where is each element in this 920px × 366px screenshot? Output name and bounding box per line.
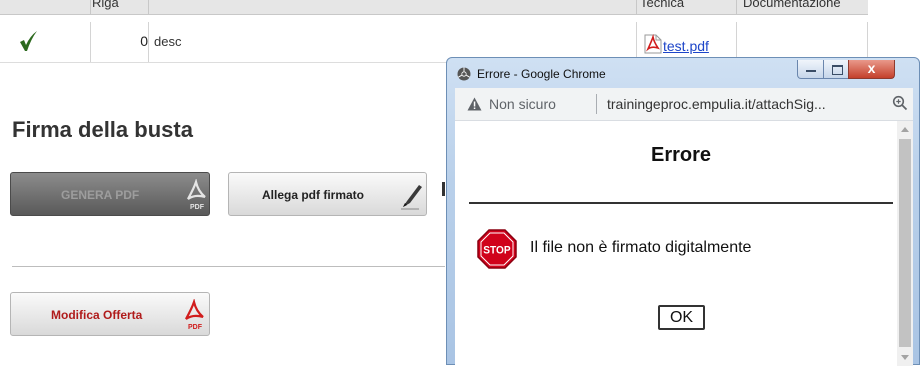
chrome-logo-icon — [457, 67, 471, 81]
scroll-down-arrow-icon[interactable] — [901, 355, 909, 360]
error-message: Il file non è firmato digitalmente — [530, 239, 752, 256]
minimize-icon — [806, 70, 816, 72]
scroll-thumb[interactable] — [899, 139, 911, 347]
scroll-up-arrow-icon[interactable] — [901, 127, 909, 132]
close-icon: x — [867, 60, 876, 76]
table-header: Riga Tecnica Documentazione — [0, 0, 868, 15]
column-divider — [148, 22, 149, 62]
error-popup-window: Errore - Google Chrome x Non sicuro trai… — [446, 57, 920, 366]
dialog-title: Errore — [650, 144, 712, 166]
svg-text:PDF: PDF — [188, 324, 203, 331]
maximize-icon — [832, 65, 843, 75]
column-divider — [736, 22, 737, 62]
address-separator — [596, 94, 597, 114]
minimize-button[interactable] — [797, 60, 824, 79]
column-divider — [736, 0, 737, 14]
column-header-tecnica: Tecnica — [640, 0, 685, 10]
pdf-file-link[interactable]: test.pdf — [644, 30, 709, 54]
column-header-riga: Riga — [92, 0, 119, 10]
zoom-icon[interactable] — [892, 95, 908, 111]
ok-button[interactable]: OK — [658, 305, 705, 330]
security-status: Non sicuro — [489, 96, 556, 112]
pdf-icon: PDF — [187, 179, 206, 211]
vertical-scrollbar[interactable] — [897, 121, 913, 366]
close-button[interactable]: x — [848, 60, 895, 79]
section-title: Firma della busta — [12, 117, 193, 142]
svg-text:PDF: PDF — [190, 204, 205, 211]
stop-sign-icon: STOP — [477, 229, 517, 269]
genera-pdf-button[interactable]: GENERA PDF PDF — [10, 172, 210, 216]
warning-icon — [467, 97, 482, 111]
column-divider — [636, 22, 637, 62]
column-header-documentazione: Documentazione — [743, 0, 841, 10]
modifica-offerta-button[interactable]: Modifica Offerta PDF — [10, 292, 210, 336]
row-description: desc — [154, 34, 182, 49]
pdf-icon: PDF — [185, 299, 204, 331]
column-divider — [867, 22, 868, 62]
dialog-title-rule — [469, 202, 893, 204]
allega-pdf-label: Allega pdf firmato — [262, 188, 365, 202]
pen-icon — [401, 185, 422, 210]
window-title: Errore - Google Chrome — [477, 67, 606, 81]
column-divider — [148, 0, 149, 14]
url-text: trainingeproc.empulia.it/attachSig... — [607, 96, 826, 112]
section-divider — [12, 266, 445, 267]
modifica-offerta-label: Modifica Offerta — [51, 308, 143, 322]
allega-pdf-firmato-button[interactable]: Allega pdf firmato — [228, 172, 427, 216]
stop-sign-label: STOP — [483, 244, 510, 256]
check-icon — [20, 31, 37, 51]
column-divider — [636, 0, 637, 14]
genera-pdf-label: GENERA PDF — [61, 188, 140, 202]
maximize-button[interactable] — [823, 60, 849, 79]
row-number: 0 — [140, 33, 148, 49]
dialog-content: Errore STOP Il file non è firmato digita… — [455, 121, 913, 366]
address-bar[interactable]: Non sicuro trainingeproc.empulia.it/atta… — [455, 88, 913, 121]
hidden-button-edge — [442, 182, 445, 196]
pdf-file-name: test.pdf — [663, 38, 709, 54]
window-title-bar: Errore - Google Chrome x — [447, 58, 919, 88]
column-divider — [90, 0, 91, 14]
pdf-file-icon — [644, 34, 662, 54]
